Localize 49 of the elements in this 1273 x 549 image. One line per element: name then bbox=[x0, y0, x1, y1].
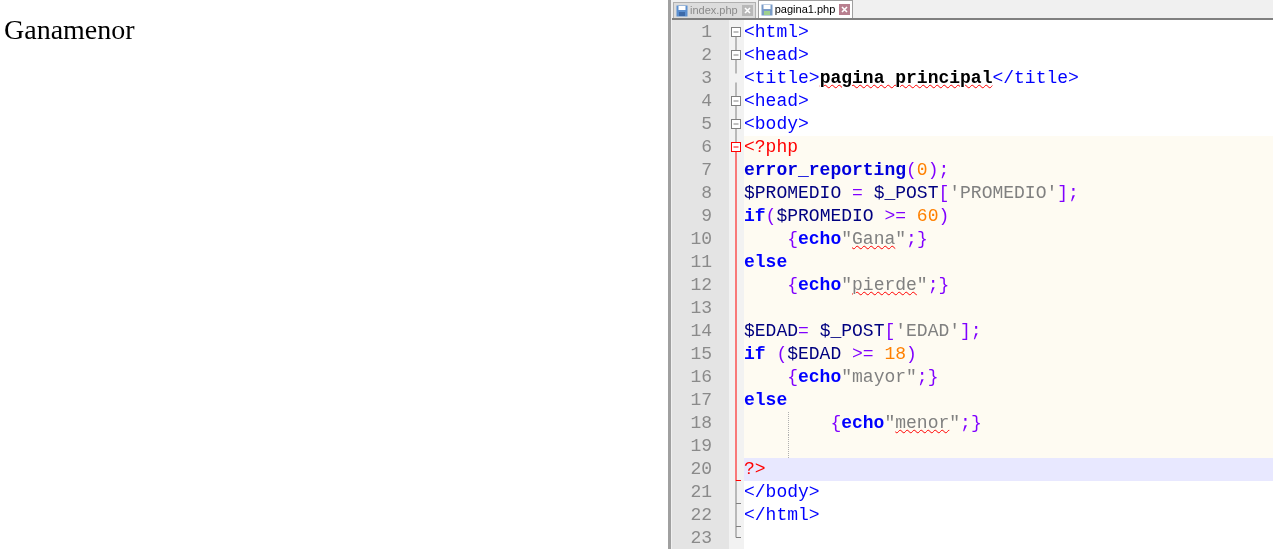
line-number: 23 bbox=[690, 528, 712, 548]
line-number: 11 bbox=[690, 252, 712, 272]
close-icon[interactable] bbox=[839, 4, 851, 15]
code-line: else bbox=[744, 251, 788, 274]
line-number: 20 bbox=[690, 459, 712, 479]
line-number: 4 bbox=[701, 91, 712, 111]
tab-label: pagina1.php bbox=[774, 2, 836, 18]
line-number: 6 bbox=[701, 137, 712, 157]
code-line: if ($EDAD >= 18) bbox=[744, 343, 917, 366]
tab-label: index.php bbox=[690, 3, 738, 19]
code-line: else bbox=[744, 389, 788, 412]
line-number: 17 bbox=[690, 390, 712, 410]
line-number: 3 bbox=[701, 68, 712, 88]
line-number: 12 bbox=[690, 275, 712, 295]
code-line: $PROMEDIO = $_POST['PROMEDIO']; bbox=[744, 182, 1079, 205]
code-line: {echo"menor";} bbox=[829, 412, 982, 435]
code-line: <head> bbox=[744, 44, 809, 67]
line-number: 19 bbox=[690, 436, 712, 456]
code-line: error_reporting(0); bbox=[744, 159, 950, 182]
code-line: </body> bbox=[744, 481, 820, 504]
code-line: <?php bbox=[744, 136, 798, 159]
code-line: <title>pagina principal</title> bbox=[744, 67, 1079, 90]
line-number: 14 bbox=[690, 321, 712, 341]
line-number: 13 bbox=[690, 298, 712, 318]
code-line: <head> bbox=[744, 90, 809, 113]
code-line: ?> bbox=[744, 458, 766, 481]
code-line: <html> bbox=[744, 21, 809, 44]
close-icon[interactable] bbox=[741, 5, 753, 16]
code-line: $EDAD= $_POST['EDAD']; bbox=[744, 320, 982, 343]
line-number: 9 bbox=[701, 206, 712, 226]
line-number: 15 bbox=[690, 344, 712, 364]
code-line: {echo"mayor";} bbox=[786, 366, 939, 389]
line-number: 1 bbox=[701, 22, 712, 42]
line-number: 2 bbox=[701, 45, 712, 65]
output-text: Ganamenor bbox=[4, 13, 135, 47]
code-line: <body> bbox=[744, 113, 809, 136]
line-number: 18 bbox=[690, 413, 712, 433]
file-tab[interactable]: pagina1.php bbox=[757, 0, 854, 18]
code-line: {echo"Gana";} bbox=[786, 228, 928, 251]
line-number: 5 bbox=[701, 114, 712, 134]
line-number: 7 bbox=[701, 160, 712, 180]
code-line: </html> bbox=[744, 504, 820, 527]
line-number: 22 bbox=[690, 505, 712, 525]
code-line: if($PROMEDIO >= 60) bbox=[744, 205, 950, 228]
line-number: 16 bbox=[690, 367, 712, 387]
line-number: 10 bbox=[690, 229, 712, 249]
code-line: {echo"pierde";} bbox=[786, 274, 950, 297]
line-number: 8 bbox=[701, 183, 712, 203]
line-number: 21 bbox=[690, 482, 712, 502]
